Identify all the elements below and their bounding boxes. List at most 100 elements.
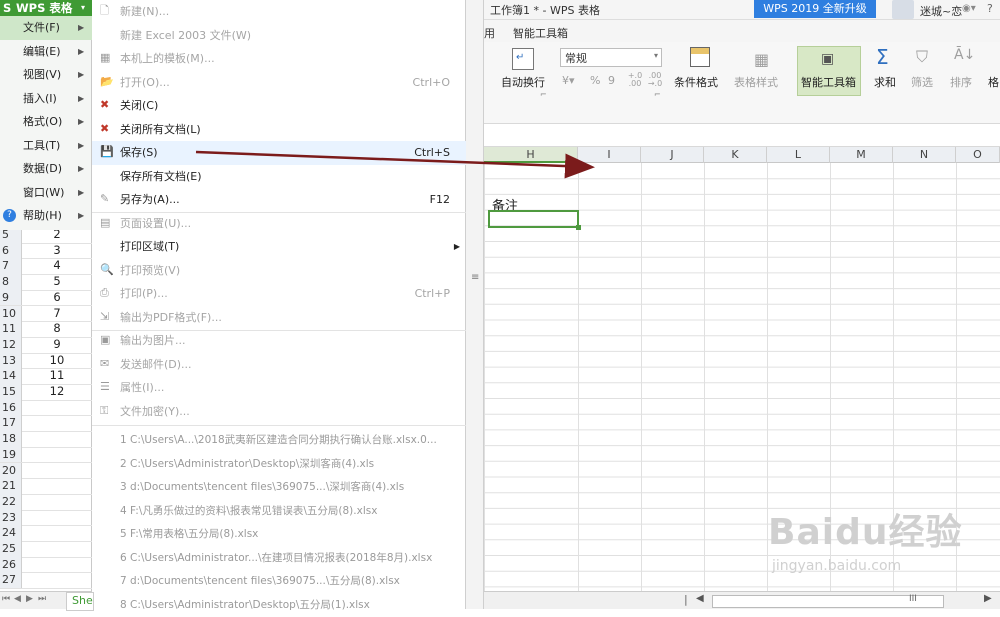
file-menu-item[interactable]: ▤页面设置(U)... — [92, 212, 466, 236]
sort-button[interactable]: 排序 — [950, 74, 972, 90]
align-dialog-launcher[interactable]: ⌐ — [540, 90, 547, 99]
cell-value[interactable] — [22, 447, 92, 463]
table-row[interactable]: 21 — [0, 478, 92, 495]
table-row[interactable]: 27 — [0, 572, 92, 589]
row-number[interactable]: 16 — [0, 400, 22, 416]
number-dialog-launcher[interactable]: ⌐ — [654, 90, 661, 99]
row-number[interactable]: 8 — [0, 274, 22, 290]
cell-value[interactable]: 3 — [22, 243, 92, 259]
row-number[interactable]: 25 — [0, 541, 22, 557]
row-number[interactable]: 12 — [0, 337, 22, 353]
file-menu-item[interactable]: 📂打开(O)...Ctrl+O — [92, 71, 466, 95]
table-row[interactable]: 26 — [0, 557, 92, 574]
upgrade-button[interactable]: WPS 2019 全新升级 — [754, 0, 876, 18]
recent-file-item[interactable]: 7 d:\Documents\tencent files\369075...\五… — [120, 570, 460, 594]
sheet-tab[interactable]: She — [66, 592, 94, 611]
conditional-format-icon[interactable] — [690, 47, 712, 69]
row-number[interactable]: 19 — [0, 447, 22, 463]
file-menu-item[interactable]: ✖关闭(C) — [92, 94, 466, 118]
row-number[interactable]: 13 — [0, 353, 22, 369]
last-sheet-icon[interactable]: ⏭ — [38, 594, 46, 604]
cell-value[interactable] — [22, 510, 92, 526]
file-menu-item[interactable]: ⎙打印(P)...Ctrl+P — [92, 282, 466, 306]
file-menu-item[interactable]: ✖关闭所有文档(L) — [92, 118, 466, 142]
column-header[interactable]: H — [484, 147, 578, 163]
column-header[interactable]: K — [704, 147, 767, 163]
cell-value[interactable]: 4 — [22, 258, 92, 274]
row-number[interactable]: 26 — [0, 557, 22, 573]
column-header[interactable]: O — [956, 147, 1000, 163]
row-number[interactable]: 6 — [0, 243, 22, 259]
cell-value[interactable]: 11 — [22, 368, 92, 384]
prev-sheet-icon[interactable]: ◀ — [14, 594, 21, 604]
file-menu-item[interactable]: ⇲输出为PDF格式(F)... — [92, 306, 466, 330]
cell-value[interactable]: 7 — [22, 306, 92, 322]
table-row[interactable]: 85 — [0, 274, 92, 291]
file-menu-item[interactable]: ▦本机上的模板(M)... — [92, 47, 466, 71]
row-number[interactable]: 21 — [0, 478, 22, 494]
column-header[interactable]: M — [830, 147, 893, 163]
cell-value[interactable] — [22, 557, 92, 573]
row-number[interactable]: 10 — [0, 306, 22, 322]
next-sheet-icon[interactable]: ▶ — [26, 594, 33, 604]
cell-value[interactable] — [22, 431, 92, 447]
menu-item[interactable]: 帮助(H)?▶ — [0, 204, 92, 228]
table-row[interactable]: 25 — [0, 541, 92, 558]
menu-item[interactable]: 工具(T)▶ — [0, 134, 92, 158]
row-number[interactable]: 17 — [0, 415, 22, 431]
sum-button[interactable]: 求和 — [874, 74, 896, 90]
recent-file-item[interactable]: 1 C:\Users\A...\2018武夷新区建造合同分期执行确认台账.xls… — [120, 429, 460, 453]
help-icon[interactable]: ? — [987, 2, 993, 15]
menu-item[interactable]: 格式(O)▶ — [0, 110, 92, 134]
row-number[interactable]: 15 — [0, 384, 22, 400]
thousands-button[interactable]: 9 — [608, 74, 615, 87]
conditional-format-button[interactable]: 条件格式 — [674, 74, 718, 90]
table-row[interactable]: 22 — [0, 494, 92, 511]
scroll-right-icon[interactable]: ▶ — [984, 593, 992, 604]
file-menu-item[interactable]: 💾保存(S)Ctrl+S — [92, 141, 466, 165]
increase-decimal-button[interactable]: +.0 .00 — [626, 72, 644, 88]
file-menu-item[interactable]: ✉发送邮件(D)... — [92, 353, 466, 377]
file-menu-item[interactable]: 打印区域(T)▶ — [92, 235, 466, 259]
currency-icon[interactable]: ¥▾ — [562, 74, 575, 87]
table-row[interactable]: 24 — [0, 525, 92, 542]
row-number[interactable]: 24 — [0, 525, 22, 541]
user-status-icon[interactable]: ◉▾ — [962, 3, 976, 14]
cell-value[interactable] — [22, 541, 92, 557]
scroll-left-icon[interactable]: ◀ — [696, 593, 704, 604]
file-menu-item[interactable]: 🗋新建(N)... — [92, 0, 466, 24]
table-row[interactable]: 1411 — [0, 368, 92, 385]
column-header[interactable]: N — [893, 147, 956, 163]
row-number[interactable]: 9 — [0, 290, 22, 306]
table-style-icon[interactable]: ▦ — [754, 50, 769, 69]
table-row[interactable]: 107 — [0, 306, 92, 323]
table-row[interactable]: 19 — [0, 447, 92, 464]
column-header[interactable]: J — [641, 147, 704, 163]
smart-toolbox-button[interactable]: ▣ 智能工具箱 — [797, 46, 861, 96]
cell-value[interactable] — [22, 463, 92, 479]
scroll-thumb[interactable]: III — [712, 595, 944, 608]
number-format-select[interactable]: 常规 ▾ — [560, 48, 662, 67]
fill-handle[interactable] — [576, 225, 581, 230]
cell-value[interactable] — [22, 400, 92, 416]
cell-value[interactable]: 5 — [22, 274, 92, 290]
row-number[interactable]: 23 — [0, 510, 22, 526]
avatar[interactable] — [892, 0, 914, 19]
table-row[interactable]: 1310 — [0, 353, 92, 370]
row-number[interactable]: 11 — [0, 321, 22, 337]
user-name[interactable]: 迷城~恋 — [920, 3, 962, 19]
cell-value[interactable] — [22, 525, 92, 541]
table-row[interactable]: 74 — [0, 258, 92, 275]
cell-value[interactable]: 10 — [22, 353, 92, 369]
row-number[interactable]: 18 — [0, 431, 22, 447]
menu-item[interactable]: 数据(D)▶ — [0, 157, 92, 181]
menu-item[interactable]: 编辑(E)▶ — [0, 40, 92, 64]
cell-value[interactable] — [22, 415, 92, 431]
recent-file-item[interactable]: 4 F:\凡勇乐做过的资料\报表常见错误表\五分局(8).xlsx — [120, 500, 460, 524]
filter-icon[interactable]: ⛉ — [916, 47, 928, 67]
column-header[interactable]: I — [578, 147, 641, 163]
recent-file-item[interactable]: 6 C:\Users\Administrator...\在建项目情况报表(201… — [120, 547, 460, 571]
cell-value[interactable] — [22, 572, 92, 588]
menu-item[interactable]: 视图(V)▶ — [0, 63, 92, 87]
cell-value[interactable]: 8 — [22, 321, 92, 337]
